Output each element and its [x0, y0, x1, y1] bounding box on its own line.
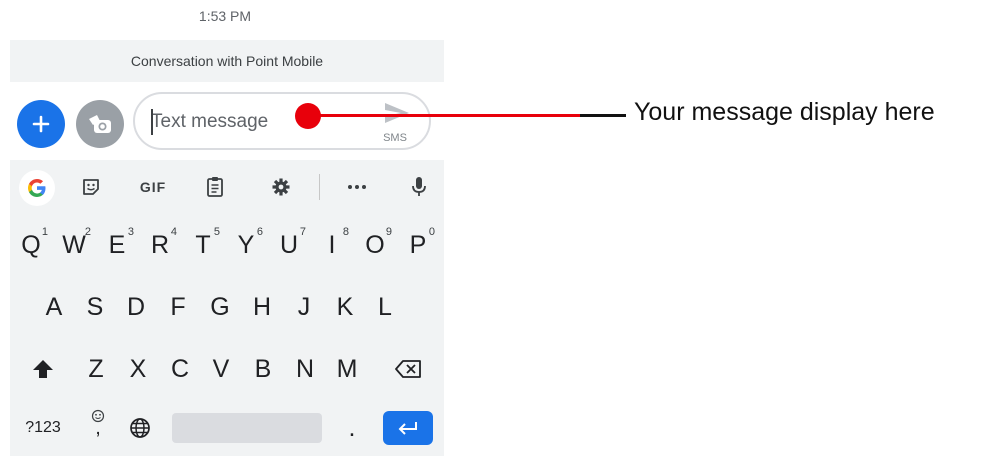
add-attachment-button[interactable] [17, 100, 65, 148]
status-time: 1:53 PM [198, 8, 252, 24]
key-l[interactable]: L [365, 282, 405, 332]
conversation-header: Conversation with Point Mobile [10, 40, 444, 82]
keyboard: GIF Q 1 W 2 E 3 R 4 T 5 Y 6 U 7 I 8 O 9 … [10, 160, 444, 456]
key-y[interactable]: Y6 [226, 220, 266, 270]
key-w[interactable]: W2 [54, 220, 94, 270]
key-n[interactable]: N [285, 344, 325, 394]
key-o[interactable]: O9 [355, 220, 395, 270]
clipboard-button[interactable] [198, 170, 232, 204]
enter-key[interactable] [383, 411, 433, 445]
key-f[interactable]: F [158, 282, 198, 332]
google-icon [28, 179, 46, 197]
voice-input-button[interactable] [402, 170, 436, 204]
annotation-dot [295, 103, 321, 129]
key-j[interactable]: J [284, 282, 324, 332]
conversation-title: Conversation with Point Mobile [130, 53, 324, 69]
key-r[interactable]: R4 [140, 220, 180, 270]
backspace-icon [395, 360, 421, 378]
plus-icon [32, 115, 50, 133]
key-x[interactable]: X [118, 344, 158, 394]
key-m[interactable]: M [327, 344, 367, 394]
sticker-icon [83, 179, 99, 195]
more-icon [348, 185, 366, 189]
key-d[interactable]: D [116, 282, 156, 332]
comma-emoji-key[interactable]: , [80, 403, 116, 453]
key-q[interactable]: Q1 [11, 220, 51, 270]
key-i[interactable]: I8 [312, 220, 352, 270]
annotation-label: Your message display here [634, 98, 935, 126]
key-z[interactable]: Z [76, 344, 116, 394]
symbols-key[interactable]: ?123 [12, 403, 74, 453]
send-button[interactable]: SMS [375, 100, 415, 146]
key-h[interactable]: H [242, 282, 282, 332]
key-c[interactable]: C [160, 344, 200, 394]
annotation-line-end [580, 114, 626, 117]
message-input[interactable] [151, 111, 301, 133]
google-button[interactable] [19, 170, 55, 206]
space-key[interactable] [172, 413, 322, 443]
key-v[interactable]: V [201, 344, 241, 394]
globe-icon [130, 418, 150, 438]
toolbar-divider [319, 174, 320, 200]
key-a[interactable]: A [34, 282, 74, 332]
period-key[interactable]: . [336, 403, 368, 453]
shift-key[interactable] [20, 344, 66, 394]
message-compose-box[interactable]: SMS [133, 92, 431, 150]
key-s[interactable]: S [75, 282, 115, 332]
shift-icon [33, 360, 53, 378]
gear-icon [272, 178, 290, 196]
key-p[interactable]: P0 [398, 220, 438, 270]
enter-icon [398, 422, 417, 435]
gif-button[interactable]: GIF [136, 170, 170, 204]
keyboard-toolbar: GIF [10, 160, 444, 214]
key-u[interactable]: U7 [269, 220, 309, 270]
key-b[interactable]: B [243, 344, 283, 394]
annotation-line [310, 114, 626, 117]
sms-label: SMS [383, 132, 407, 144]
mic-icon [412, 177, 426, 196]
key-g[interactable]: G [200, 282, 240, 332]
key-k[interactable]: K [325, 282, 365, 332]
more-button[interactable] [340, 170, 374, 204]
gallery-camera-button[interactable] [76, 100, 124, 148]
text-caret [151, 109, 153, 135]
key-e[interactable]: E3 [97, 220, 137, 270]
settings-button[interactable] [264, 170, 298, 204]
key-t[interactable]: T5 [183, 220, 223, 270]
language-key[interactable] [120, 403, 160, 453]
clipboard-icon [207, 177, 223, 197]
sticker-button[interactable] [74, 170, 108, 204]
photo-camera-icon [89, 115, 111, 133]
emoji-icon [91, 409, 105, 423]
backspace-key[interactable] [384, 344, 434, 394]
